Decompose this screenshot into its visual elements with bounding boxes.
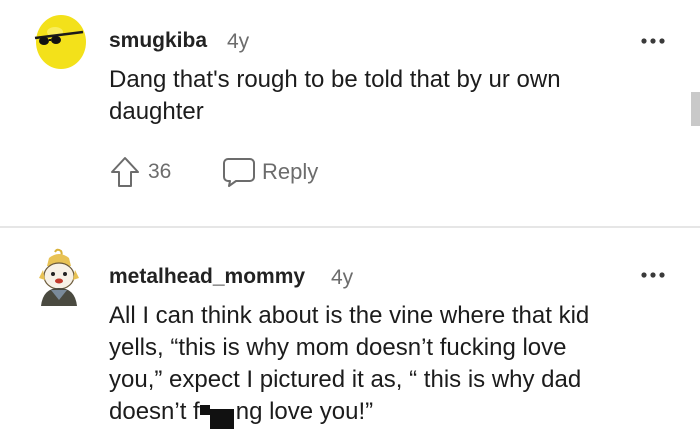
cartoon-character-avatar-icon <box>39 248 79 306</box>
comment-body: All I can think about is the vine where … <box>109 300 689 429</box>
username[interactable]: smugkiba <box>109 29 207 53</box>
comment: metalhead_mommy 4y All I can think about… <box>0 228 700 445</box>
comment-body-line: yells, “this is why mom doesn’t fucking … <box>109 334 567 361</box>
avatar[interactable] <box>33 12 87 70</box>
username[interactable]: metalhead_mommy <box>109 265 305 289</box>
comment-body-fragment: doesn’t f <box>109 398 200 425</box>
more-horizontal-icon[interactable] <box>640 36 666 46</box>
comment-thread: smugkiba 4y Dang that's rough to be told… <box>0 0 700 445</box>
comment-body: Dang that's rough to be told that by ur … <box>109 66 561 125</box>
scrollbar-thumb[interactable] <box>691 92 700 126</box>
censor-block <box>199 405 236 429</box>
comment-body-line: doesn’t f ng love you!” <box>109 396 689 429</box>
vote-count: 36 <box>148 160 172 183</box>
more-horizontal-icon[interactable] <box>640 270 666 280</box>
comment-body-fragment: ng love you!” <box>235 398 374 425</box>
comment: smugkiba 4y Dang that's rough to be told… <box>0 0 700 226</box>
comment-actions: 36 Reply <box>110 154 370 190</box>
avatar[interactable] <box>35 248 83 306</box>
reply-button[interactable]: Reply <box>262 159 318 185</box>
comment-age: 4y <box>331 266 354 289</box>
upvote-arrow-icon[interactable] <box>110 156 140 188</box>
yellow-ball-avatar-icon <box>34 15 86 69</box>
comment-age: 4y <box>227 30 250 53</box>
comment-body-line: All I can think about is the vine where … <box>109 302 590 329</box>
comment-body-line: you,” expect I pictured it as, “ this is… <box>109 366 582 393</box>
speech-bubble-icon[interactable] <box>222 156 256 188</box>
